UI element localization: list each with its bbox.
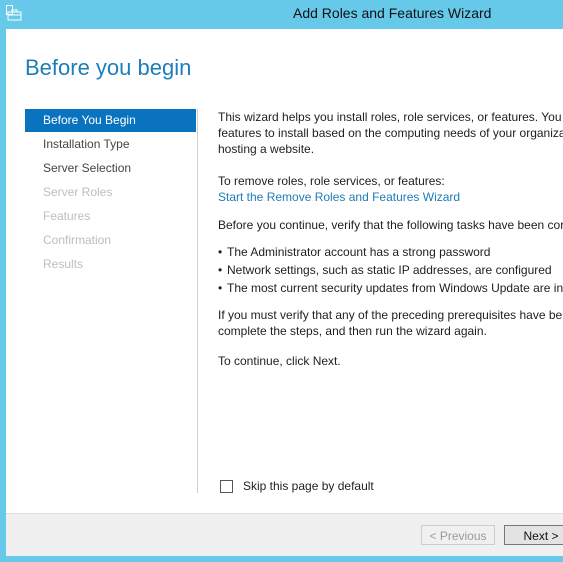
nav-step-installation-type[interactable]: Installation Type	[25, 132, 196, 156]
nav-step-results: Results	[43, 257, 84, 271]
wizard-footer: < Previous Next >	[6, 513, 563, 556]
server-manager-icon	[6, 5, 22, 21]
prerequisite-item: • The Administrator account has a strong …	[218, 245, 491, 259]
nav-step-features: Features	[43, 209, 91, 223]
wizard-body: Before you begin Before You Begin Instal…	[6, 29, 563, 556]
nav-step-before-you-begin[interactable]: Before You Begin	[25, 109, 196, 132]
title-bar: Add Roles and Features Wizard	[0, 0, 563, 29]
window-title: Add Roles and Features Wizard	[293, 5, 492, 21]
prerequisite-text: Network settings, such as static IP addr…	[227, 263, 552, 277]
previous-button[interactable]: < Previous	[421, 525, 495, 545]
nav-step-server-selection[interactable]: Server Selection	[25, 156, 196, 180]
remove-wizard-link[interactable]: Start the Remove Roles and Features Wiza…	[218, 189, 460, 205]
prerequisite-item: • The most current security updates from …	[218, 281, 563, 295]
nav-divider	[197, 109, 198, 493]
remove-label: To remove roles, role services, or featu…	[218, 174, 445, 188]
prereq-text: If you must verify that any of the prece…	[218, 308, 563, 322]
next-button[interactable]: Next >	[504, 525, 563, 545]
page-title: Before you begin	[25, 55, 192, 80]
wizard-steps-nav: Before You Begin Installation Type Serve…	[25, 109, 196, 276]
prereq-text: complete the steps, and then run the wiz…	[218, 324, 487, 338]
intro-text: This wizard helps you install roles, rol…	[218, 110, 563, 124]
prerequisite-text: The most current security updates from W…	[227, 281, 563, 295]
verify-text: Before you continue, verify that the fol…	[218, 218, 563, 232]
skip-page-label[interactable]: Skip this page by default	[243, 479, 374, 493]
skip-page-option[interactable]: Skip this page by default	[220, 479, 374, 493]
skip-page-checkbox[interactable]	[220, 479, 233, 493]
prerequisite-text: The Administrator account has a strong p…	[227, 245, 491, 259]
nav-step-server-roles: Server Roles	[43, 185, 113, 199]
intro-text: hosting a website.	[218, 142, 315, 156]
nav-step-confirmation: Confirmation	[43, 233, 112, 247]
continue-text: To continue, click Next.	[218, 354, 341, 368]
prerequisite-item: • Network settings, such as static IP add…	[218, 263, 552, 277]
intro-text: features to install based on the computi…	[218, 126, 563, 140]
